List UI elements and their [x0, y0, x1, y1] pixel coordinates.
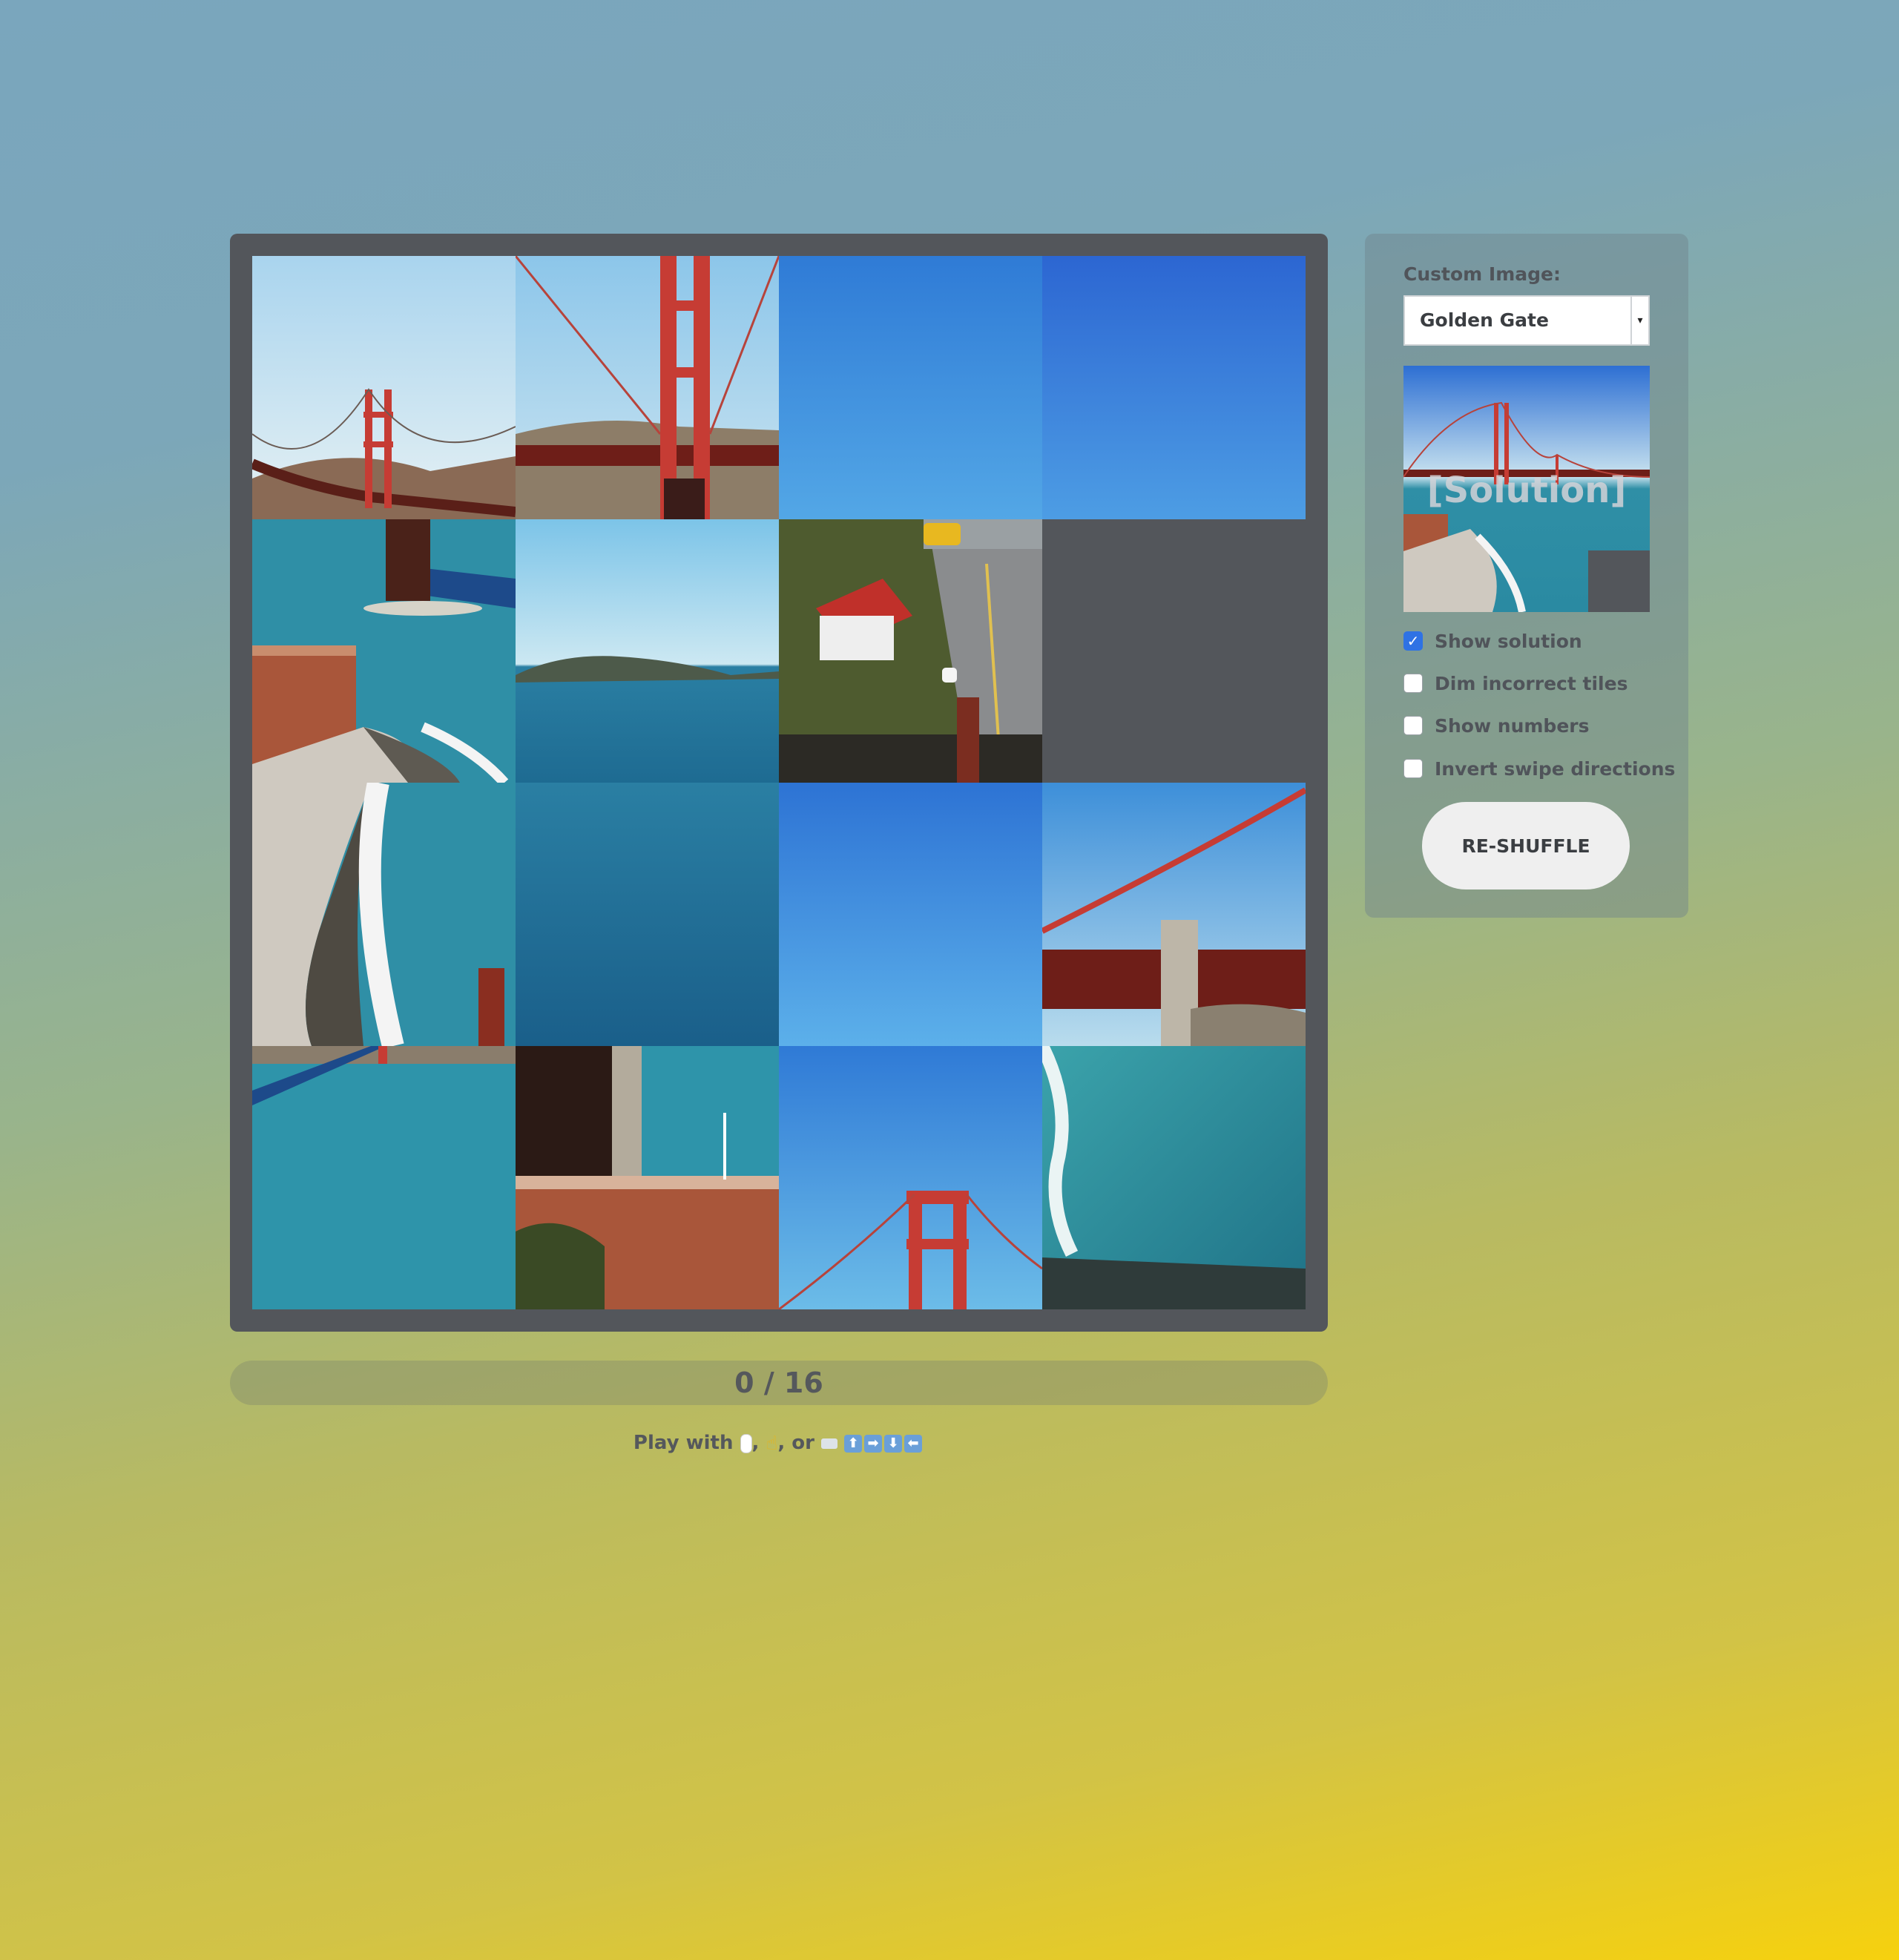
puzzle-tile[interactable]: [779, 519, 1042, 783]
puzzle-tile[interactable]: [779, 1046, 1042, 1309]
custom-image-label: Custom Image:: [1403, 263, 1561, 285]
reshuffle-button[interactable]: RE-SHUFFLE: [1422, 802, 1630, 889]
puzzle-tile[interactable]: [1042, 256, 1306, 519]
invert-swipe-label: Invert swipe directions: [1435, 757, 1676, 780]
image-select-value: Golden Gate: [1420, 309, 1549, 331]
preview-caption: [Solution]: [1426, 470, 1627, 511]
puzzle-tile[interactable]: [252, 256, 516, 519]
instructions-sep: ,: [751, 1432, 760, 1454]
settings-panel: Custom Image: Golden Gate ▾ [Solution] ✓…: [1365, 234, 1688, 918]
dim-incorrect-label: Dim incorrect tiles: [1435, 672, 1628, 694]
show-numbers-label: Show numbers: [1435, 714, 1590, 737]
puzzle-tile[interactable]: [516, 519, 779, 783]
empty-slot: [1042, 519, 1306, 783]
arrow-right-icon: ➡: [864, 1434, 883, 1453]
puzzle-tile[interactable]: [779, 256, 1042, 519]
image-select[interactable]: Golden Gate ▾: [1403, 295, 1650, 346]
invert-swipe-checkbox[interactable]: [1403, 759, 1423, 778]
arrow-up-icon: ⬆: [844, 1434, 863, 1453]
play-instructions: Play with , ☝, or ⬆ ➡ ⬇ ⬅: [230, 1432, 1328, 1455]
instructions-sep: , or: [777, 1432, 814, 1454]
show-solution-option[interactable]: ✓ Show solution: [1403, 626, 1582, 656]
hand-pointer-icon: ☝: [766, 1432, 778, 1455]
puzzle-tile[interactable]: [1042, 1046, 1306, 1309]
show-solution-checkbox[interactable]: ✓: [1403, 631, 1423, 651]
puzzle-tile[interactable]: [779, 783, 1042, 1046]
arrow-down-icon: ⬇: [884, 1434, 903, 1453]
instructions-prefix: Play with: [633, 1432, 734, 1454]
puzzle-grid: [252, 256, 1306, 1309]
puzzle-tile[interactable]: [252, 783, 516, 1046]
invert-swipe-option[interactable]: Invert swipe directions: [1403, 754, 1675, 783]
keyboard-icon: [821, 1438, 838, 1449]
show-solution-label: Show solution: [1435, 630, 1582, 652]
arrow-left-icon: ⬅: [904, 1434, 923, 1453]
puzzle-tile[interactable]: [252, 1046, 516, 1309]
preview-empty-slot: [1588, 550, 1650, 612]
show-numbers-option[interactable]: Show numbers: [1403, 711, 1589, 740]
puzzle-tile[interactable]: [252, 519, 516, 783]
mouse-icon: [740, 1433, 752, 1453]
solution-preview: [Solution]: [1403, 366, 1650, 612]
puzzle-tile[interactable]: [1042, 783, 1306, 1046]
dim-incorrect-option[interactable]: Dim incorrect tiles: [1403, 668, 1628, 698]
dim-incorrect-checkbox[interactable]: [1403, 674, 1423, 693]
puzzle-tile[interactable]: [516, 1046, 779, 1309]
puzzle-board: [230, 234, 1328, 1332]
chevron-down-icon: ▾: [1630, 297, 1648, 344]
puzzle-tile[interactable]: [516, 783, 779, 1046]
progress-bar: 0 / 16: [230, 1361, 1328, 1405]
show-numbers-checkbox[interactable]: [1403, 716, 1423, 735]
progress-text: 0 / 16: [734, 1367, 823, 1399]
puzzle-tile[interactable]: [516, 256, 779, 519]
